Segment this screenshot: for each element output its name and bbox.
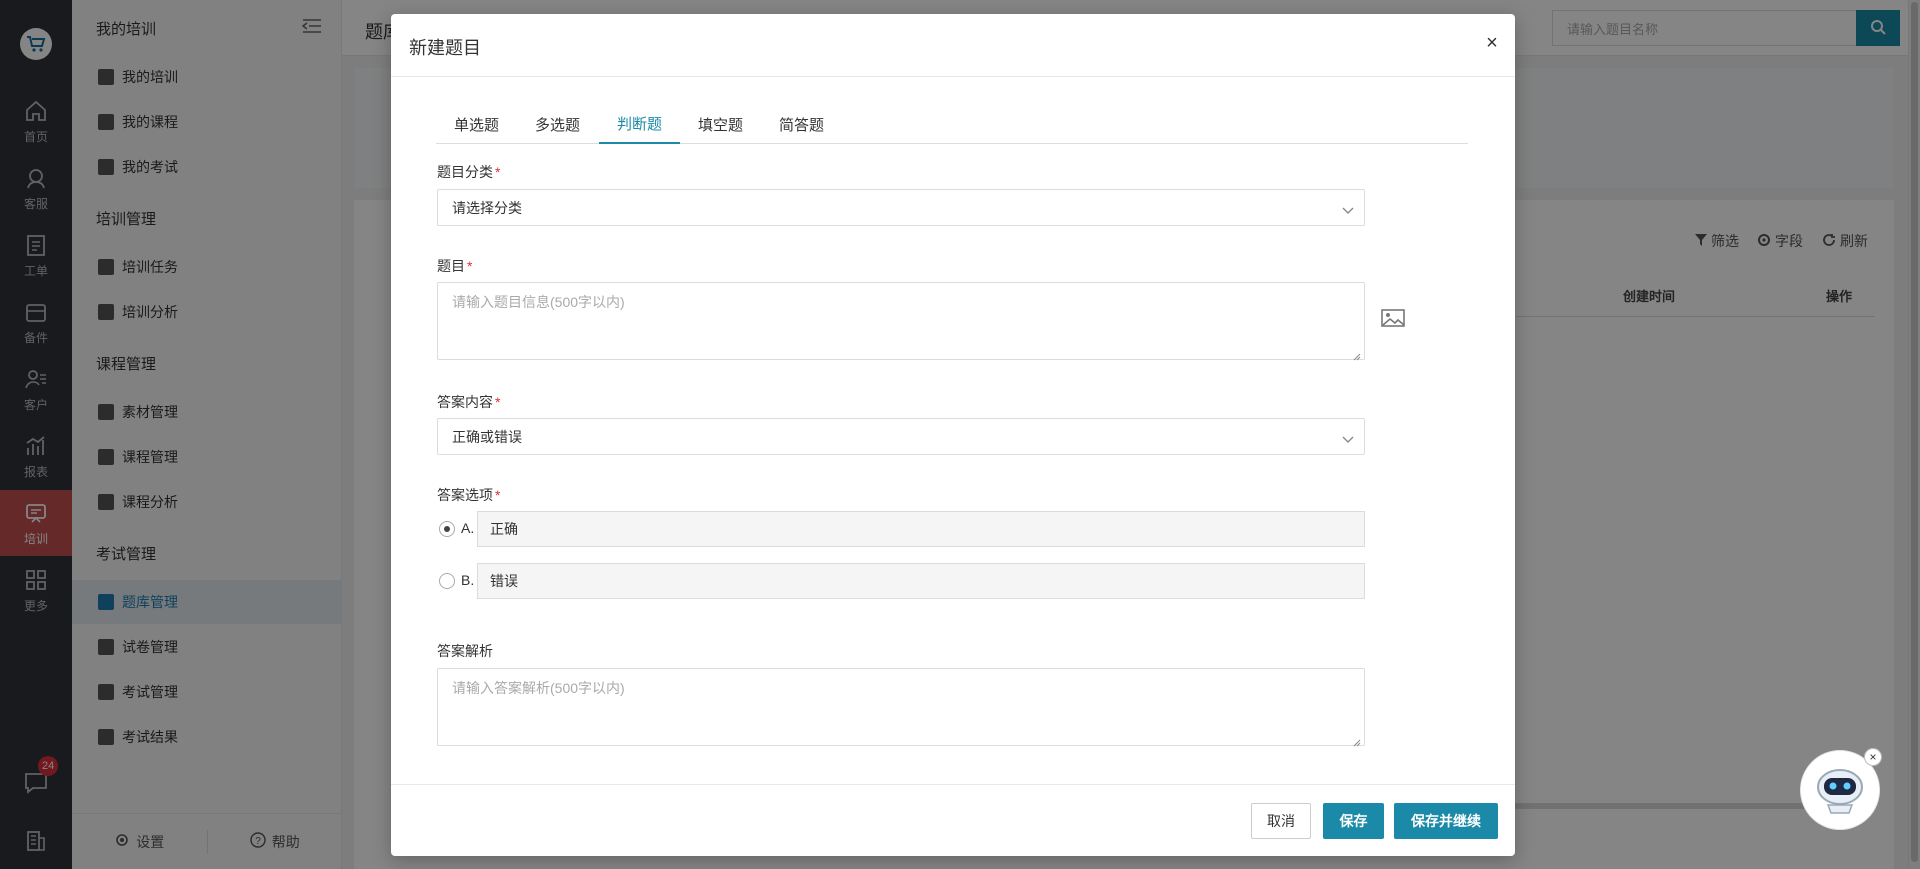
save-button[interactable]: 保存	[1323, 803, 1384, 839]
option-a-letter: A.	[461, 520, 475, 536]
option-a-input[interactable]: 正确	[477, 511, 1365, 547]
answer-options-label: 答案选项 *	[437, 485, 500, 505]
answer-options-label-text: 答案选项	[437, 487, 493, 503]
question-type-tabs: 单选题 多选题 判断题 填空题 简答题	[436, 104, 1468, 144]
assistant-close-button[interactable]: ×	[1864, 748, 1882, 766]
analysis-textarea[interactable]: 请输入答案解析(500字以内)	[437, 668, 1365, 747]
analysis-label: 答案解析	[437, 643, 493, 659]
close-icon[interactable]: ×	[1481, 32, 1503, 54]
tab-short-answer[interactable]: 简答题	[761, 104, 842, 144]
robot-icon	[1810, 759, 1870, 822]
dialog-header: 新建题目 ×	[391, 14, 1515, 77]
answer-content-value: 正确或错误	[452, 428, 522, 445]
image-upload-icon[interactable]	[1381, 308, 1405, 328]
tab-true-false[interactable]: 判断题	[599, 104, 681, 144]
required-mark: *	[495, 394, 501, 410]
option-b-letter: B.	[461, 572, 475, 588]
category-label-text: 题目分类	[437, 164, 493, 180]
save-and-continue-button[interactable]: 保存并继续	[1394, 803, 1498, 839]
option-a-radio[interactable]	[439, 521, 455, 537]
new-question-dialog: 新建题目 × 单选题 多选题 判断题 填空题 简答题 题目分类 * 请选择分类 题…	[391, 14, 1515, 856]
answer-content-label-text: 答案内容	[437, 394, 493, 410]
resize-grip-icon[interactable]	[1353, 734, 1361, 747]
option-row-a: A. 正确	[437, 511, 1365, 547]
cancel-button[interactable]: 取消	[1251, 803, 1311, 839]
option-b-radio[interactable]	[439, 573, 455, 589]
question-textarea[interactable]: 请输入题目信息(500字以内)	[437, 282, 1365, 361]
category-select[interactable]: 请选择分类	[437, 189, 1365, 226]
resize-grip-icon[interactable]	[1353, 348, 1361, 361]
question-label-text: 题目	[437, 258, 465, 274]
question-label: 题目 *	[437, 256, 472, 276]
answer-content-label: 答案内容 *	[437, 392, 500, 412]
chevron-down-icon	[1342, 431, 1354, 443]
option-row-b: B. 错误	[437, 563, 1365, 599]
answer-content-select[interactable]: 正确或错误	[437, 418, 1365, 455]
analysis-placeholder: 请输入答案解析(500字以内)	[452, 680, 625, 696]
category-select-value: 请选择分类	[452, 199, 522, 216]
required-mark: *	[495, 487, 501, 503]
required-mark: *	[467, 258, 473, 274]
tab-single-choice[interactable]: 单选题	[436, 104, 517, 144]
dialog-title: 新建题目	[409, 38, 481, 58]
option-b-input[interactable]: 错误	[477, 563, 1365, 599]
category-label: 题目分类 *	[437, 162, 500, 182]
dialog-footer: 取消 保存 保存并继续	[391, 784, 1515, 856]
tab-multiple-choice[interactable]: 多选题	[517, 104, 598, 144]
question-placeholder: 请输入题目信息(500字以内)	[452, 294, 625, 310]
tab-fill-blank[interactable]: 填空题	[680, 104, 761, 144]
chevron-down-icon	[1342, 202, 1354, 214]
required-mark: *	[495, 164, 501, 180]
